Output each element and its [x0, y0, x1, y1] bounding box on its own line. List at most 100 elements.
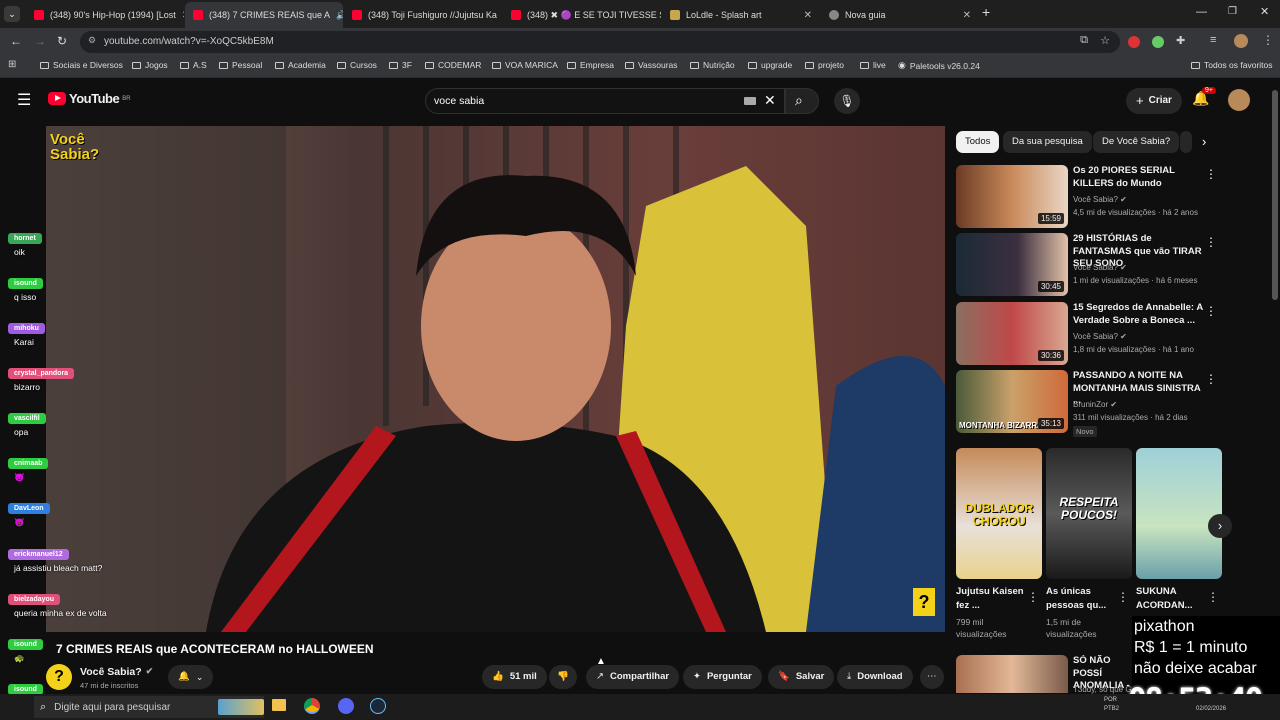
page-scrollbar[interactable] [1272, 90, 1278, 300]
subscribed-button[interactable]: 🔔 ⌄ [168, 665, 214, 689]
audio-icon[interactable]: 🔊 [336, 10, 343, 21]
dislike-button[interactable]: 👎 [549, 665, 577, 689]
site-info-icon[interactable]: ⚙ [88, 35, 96, 46]
video-thumbnail[interactable]: MONTANHA BIZARRA 35:13 [956, 370, 1068, 433]
short-thumbnail[interactable]: RESPEITA POUCOS! [1046, 448, 1132, 579]
voice-search-button[interactable]: 🎙 [834, 88, 860, 114]
like-button[interactable]: 👍 51 mil [482, 665, 547, 689]
menu-hamburger-icon[interactable]: ☰ [17, 90, 31, 110]
bookmark-folder[interactable]: Vassouras [625, 60, 678, 70]
restore-button[interactable]: ❐ [1228, 6, 1237, 17]
extension-icon-2[interactable] [1152, 36, 1164, 48]
video-thumbnail[interactable]: 30:36 [956, 302, 1068, 365]
back-icon[interactable]: ← [10, 34, 22, 48]
tab-search-button[interactable]: ⌄ [4, 6, 20, 22]
forward-icon[interactable]: → [34, 34, 46, 48]
tab-1[interactable]: (348) 7 CRIMES REAIS que A🔊✕ [185, 2, 343, 28]
chip-related-search[interactable]: Da sua pesquisa [1003, 131, 1092, 153]
short-thumbnail[interactable]: DUBLADOR CHOROU [956, 448, 1042, 579]
youtube-logo[interactable]: YouTube BR [48, 91, 131, 106]
recommended-video[interactable]: MONTANHA BIZARRA 35:13 PASSANDO A NOITE … [956, 370, 1217, 437]
new-tab-button[interactable]: + [982, 4, 990, 20]
more-vertical-icon[interactable]: ⋮ [1205, 167, 1217, 181]
bookmark-folder[interactable]: Nutrição [690, 60, 735, 70]
bookmark-folder[interactable]: Academia [275, 60, 326, 70]
video-thumbnail[interactable]: 30:45 [956, 233, 1068, 296]
video-player[interactable]: Você Sabia? ? [46, 126, 945, 632]
bookmark-folder[interactable]: Pessoal [219, 60, 262, 70]
minimize-button[interactable]: — [1196, 6, 1207, 18]
apps-grid-icon[interactable]: ⊞ [8, 59, 16, 70]
chrome-taskbar-icon[interactable] [304, 698, 320, 714]
video-thumbnail[interactable] [956, 655, 1068, 693]
video-title: 7 CRIMES REAIS que ACONTECERAM no HALLOW… [56, 642, 374, 656]
more-vertical-icon[interactable]: ⋮ [1027, 590, 1039, 604]
recommended-video[interactable]: 30:36 15 Segredos de Annabelle: A Verdad… [956, 302, 1217, 366]
bookmark-folder[interactable]: live [860, 60, 886, 70]
recommended-video[interactable]: 15:59 Os 20 PIORES SERIAL KILLERS do Mun… [956, 165, 1217, 229]
tab-2[interactable]: (348) Toji Fushiguro //Jujutsu Ka✕ [344, 4, 502, 26]
search-input[interactable]: voce sabia ✕ [425, 88, 785, 114]
download-button[interactable]: ⤓ Download [837, 665, 913, 689]
bookmark-folder[interactable]: upgrade [748, 60, 792, 70]
taskbar-search[interactable]: ⌕ Digite aqui para pesquisar [34, 696, 264, 718]
media-control-icon[interactable]: ≡ [1210, 34, 1216, 46]
ask-button[interactable]: ✦ Perguntar [683, 665, 762, 689]
video-thumbnail[interactable]: 15:59 [956, 165, 1068, 228]
recommended-video[interactable]: 30:45 29 HISTÓRIAS de FANTASMAS que vão … [956, 233, 1217, 297]
bookmark-link[interactable]: ◉ Paletools v26.0.24 [898, 60, 980, 71]
address-bar[interactable]: ⚙ youtube.com/watch?v=-XoQC5kbE8M ⧉ ☆ [80, 31, 1120, 53]
close-tab-icon[interactable]: ✕ [182, 10, 184, 21]
bookmark-star-icon[interactable]: ☆ [1100, 34, 1110, 47]
more-vertical-icon[interactable]: ⋮ [1205, 304, 1217, 318]
profile-avatar[interactable] [1234, 34, 1248, 48]
extension-icon-1[interactable] [1128, 36, 1140, 48]
tab-0[interactable]: (348) 90's Hip-Hop (1994) [Lost✕ [26, 4, 184, 26]
file-explorer-icon[interactable] [272, 699, 286, 711]
tab-5[interactable]: Nova guia ✕ [821, 4, 979, 26]
close-tab-icon[interactable]: ✕ [963, 10, 971, 21]
create-button[interactable]: + Criar [1126, 88, 1182, 114]
chrome-icon [829, 10, 839, 20]
extensions-puzzle-icon[interactable]: ✚ [1176, 34, 1185, 47]
cast-icon[interactable]: ⧉ [1080, 34, 1088, 47]
microphone-icon: 🎙 [839, 94, 855, 108]
bookmark-folder[interactable]: VOA MARICA [492, 60, 558, 70]
bookmark-folder[interactable]: Todos os favoritos [1191, 60, 1273, 70]
keyboard-icon[interactable] [744, 97, 756, 105]
account-avatar[interactable] [1228, 89, 1250, 111]
more-vertical-icon[interactable]: ⋮ [1205, 372, 1217, 386]
reload-icon[interactable]: ↻ [57, 34, 67, 48]
clear-search-icon[interactable]: ✕ [764, 92, 776, 109]
bookmark-folder[interactable]: A.S [180, 60, 207, 70]
tab-4[interactable]: LoLdle - Splash art ✕ [662, 4, 820, 26]
more-vertical-icon[interactable]: ⋮ [1117, 590, 1129, 604]
chip-all[interactable]: Todos [956, 131, 1000, 153]
bookmark-folder[interactable]: CODEMAR [425, 60, 481, 70]
bookmark-folder[interactable]: 3F [389, 60, 412, 70]
chip-more[interactable] [1180, 131, 1192, 153]
channel-avatar[interactable]: ? [46, 664, 72, 690]
more-actions-button[interactable]: ⋯ [920, 665, 944, 689]
short-thumbnail[interactable] [1136, 448, 1222, 579]
close-tab-icon[interactable]: ✕ [804, 10, 812, 21]
more-vertical-icon[interactable]: ⋮ [1207, 590, 1219, 604]
close-window-button[interactable]: ✕ [1260, 5, 1269, 18]
chip-channel[interactable]: De Você Sabia? [1093, 131, 1180, 153]
chrome-menu-icon[interactable]: ⋮ [1262, 33, 1274, 47]
more-vertical-icon[interactable]: ⋮ [1205, 235, 1217, 249]
channel-name[interactable]: Você Sabia? ✔ [80, 666, 153, 678]
search-button[interactable]: ⌕ [785, 88, 819, 114]
share-button[interactable]: ↗ Compartilhar [586, 665, 680, 689]
chevron-right-icon[interactable]: › [1202, 134, 1206, 149]
discord-taskbar-icon[interactable] [338, 698, 354, 714]
shorts-next-button[interactable]: › [1208, 514, 1232, 538]
steam-taskbar-icon[interactable] [370, 698, 386, 714]
bookmark-folder[interactable]: Empresa [567, 60, 614, 70]
bookmark-folder[interactable]: Sociais e Diversos [40, 60, 123, 70]
bookmark-folder[interactable]: Cursos [337, 60, 377, 70]
bookmark-folder[interactable]: Jogos [132, 60, 168, 70]
tab-3[interactable]: (348) ✖ 🟣 E SE TOJI TIVESSE S✕ [503, 4, 661, 26]
save-button[interactable]: 🔖 Salvar [768, 665, 835, 689]
bookmark-folder[interactable]: projeto [805, 60, 844, 70]
